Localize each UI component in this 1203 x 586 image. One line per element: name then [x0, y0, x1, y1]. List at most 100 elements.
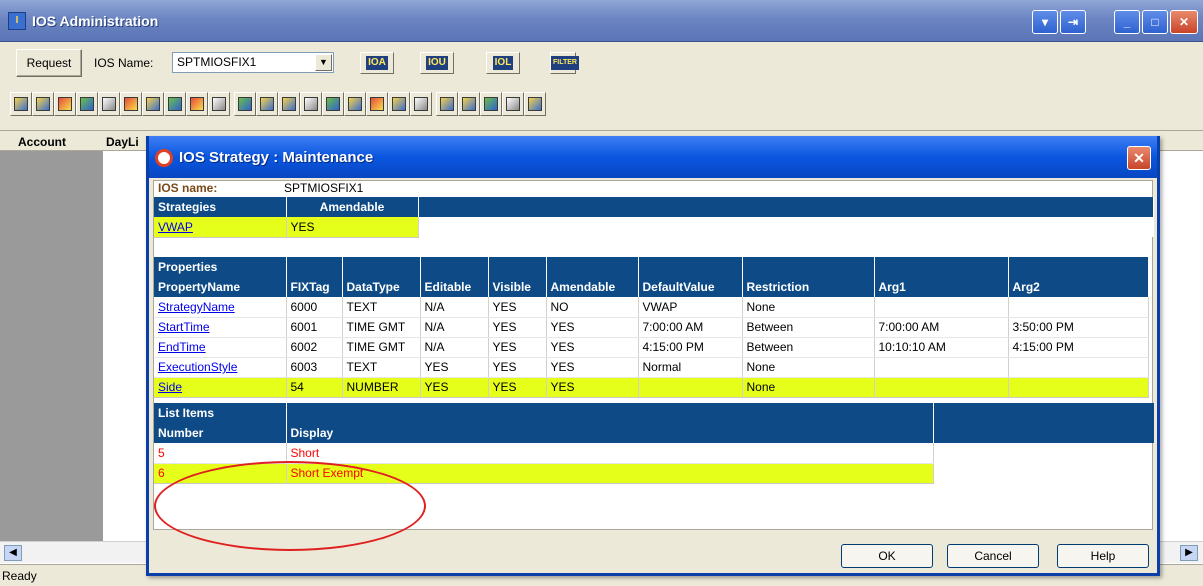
toolbar-icon-20[interactable]: [436, 92, 458, 116]
col-amendable[interactable]: Amendable: [546, 277, 639, 297]
col-fixtag[interactable]: FIXTag: [286, 277, 343, 297]
help-button[interactable]: Help: [1057, 544, 1149, 568]
toolbar-icon-10[interactable]: [208, 92, 230, 116]
table-row[interactable]: ExecutionStyle 6003 TEXT YES YES YES Nor…: [154, 357, 1149, 378]
toolbar-icon-23[interactable]: [502, 92, 524, 116]
toolbar-icon-24[interactable]: [524, 92, 546, 116]
table-cell: 54: [286, 377, 343, 398]
table-cell: 6001: [286, 317, 343, 338]
col-defaultvalue[interactable]: DefaultValue: [638, 277, 743, 297]
table-row[interactable]: StartTime 6001 TIME GMT N/A YES YES 7:00…: [154, 317, 1149, 338]
icon-toolbar: [10, 92, 670, 118]
table-cell: YES: [546, 377, 639, 398]
toolbar-icon-12[interactable]: [256, 92, 278, 116]
table-cell: 7:00:00 AM: [638, 317, 743, 338]
property-name-link[interactable]: EndTime: [154, 337, 287, 358]
table-cell: Normal: [638, 357, 743, 378]
scroll-left-icon[interactable]: ◀: [4, 545, 22, 561]
chevron-down-icon[interactable]: ▼: [315, 54, 332, 71]
table-cell: 7:00:00 AM: [874, 317, 1009, 338]
maximize-button[interactable]: □: [1142, 10, 1168, 34]
toolbar-icon-9[interactable]: [186, 92, 208, 116]
toolbar-icon-14[interactable]: [300, 92, 322, 116]
column-account[interactable]: Account: [18, 135, 66, 149]
strategy-name-link[interactable]: VWAP: [154, 217, 287, 238]
toolbar-icon-17[interactable]: [366, 92, 388, 116]
ioa-button[interactable]: IOA: [360, 52, 394, 74]
property-name-link[interactable]: ExecutionStyle: [154, 357, 287, 378]
properties-table: Properties PropertyName FIXTag DataType …: [154, 257, 1149, 398]
col-display[interactable]: Display: [286, 423, 934, 443]
pin-icon[interactable]: ⇥: [1060, 10, 1086, 34]
table-cell: Between: [742, 317, 875, 338]
table-row[interactable]: VWAP YES: [154, 217, 1154, 238]
table-cell: YES: [488, 317, 547, 338]
ok-button[interactable]: OK: [841, 544, 933, 568]
request-bar: Request IOS Name: SPTMIOSFIX1 ▼ IOA IOU …: [0, 43, 1203, 83]
toolbar-icon-21[interactable]: [458, 92, 480, 116]
table-cell: [638, 377, 743, 398]
iol-button[interactable]: IOL: [486, 52, 520, 74]
table-cell: [1008, 357, 1149, 378]
col-arg2[interactable]: Arg2: [1008, 277, 1149, 297]
toolbar-icon-2[interactable]: [32, 92, 54, 116]
minimize-button[interactable]: _: [1114, 10, 1140, 34]
dialog-close-icon[interactable]: ✕: [1127, 146, 1151, 170]
toolbar-icon-18[interactable]: [388, 92, 410, 116]
iou-button[interactable]: IOU: [420, 52, 454, 74]
toolbar-icon-7[interactable]: [142, 92, 164, 116]
toolbar-icon-11[interactable]: [234, 92, 256, 116]
filter-button[interactable]: FILTER: [550, 52, 579, 74]
cancel-button[interactable]: Cancel: [947, 544, 1039, 568]
toolbar-icon-4[interactable]: [76, 92, 98, 116]
header-filler: [742, 257, 875, 277]
table-cell: None: [742, 377, 875, 398]
ios-name-select[interactable]: SPTMIOSFIX1 ▼: [172, 52, 334, 73]
table-row[interactable]: StrategyName 6000 TEXT N/A YES NO VWAP N…: [154, 297, 1149, 318]
list-items-caption: List Items: [154, 403, 287, 423]
toolbar-icon-19[interactable]: [410, 92, 432, 116]
toolbar-icon-15[interactable]: [322, 92, 344, 116]
property-name-link[interactable]: StartTime: [154, 317, 287, 338]
list-item-display: Short: [286, 443, 934, 464]
scroll-right-icon[interactable]: ▶: [1180, 545, 1198, 561]
toolbar-icon-3[interactable]: [54, 92, 76, 116]
table-cell: [1008, 377, 1149, 398]
col-visible[interactable]: Visible: [488, 277, 547, 297]
property-name-link[interactable]: Side: [154, 377, 287, 398]
col-number[interactable]: Number: [154, 423, 287, 443]
table-cell: YES: [546, 357, 639, 378]
toolbar-icon-6[interactable]: [120, 92, 142, 116]
column-dayli[interactable]: DayLi: [106, 135, 139, 149]
list-item[interactable]: 5 Short: [154, 443, 934, 464]
toolbar-icon-13[interactable]: [278, 92, 300, 116]
property-name-link[interactable]: StrategyName: [154, 297, 287, 318]
col-restriction[interactable]: Restriction: [742, 277, 875, 297]
col-editable[interactable]: Editable: [420, 277, 489, 297]
toolbar-icon-1[interactable]: [10, 92, 32, 116]
table-row[interactable]: EndTime 6002 TIME GMT N/A YES YES 4:15:0…: [154, 337, 1149, 358]
col-datatype[interactable]: DataType: [342, 277, 421, 297]
dialog-title: IOS Strategy : Maintenance: [179, 149, 374, 166]
table-cell: NO: [546, 297, 639, 318]
close-button[interactable]: ✕: [1170, 10, 1198, 34]
toolbar-icon-22[interactable]: [480, 92, 502, 116]
toolbar-icon-5[interactable]: [98, 92, 120, 116]
toolbar-icon-16[interactable]: [344, 92, 366, 116]
table-cell: 6000: [286, 297, 343, 318]
table-cell: YES: [488, 297, 547, 318]
table-cell: YES: [488, 357, 547, 378]
header-filler: [420, 257, 489, 277]
toolbar-icon-8[interactable]: [164, 92, 186, 116]
main-title-bar: I IOS Administration ▾ ⇥ _ □ ✕: [0, 0, 1203, 42]
col-propertyname[interactable]: PropertyName: [154, 277, 287, 297]
header-filler: [546, 257, 639, 277]
table-cell: YES: [488, 337, 547, 358]
menu-dropdown-icon[interactable]: ▾: [1032, 10, 1058, 34]
ios-name-label: IOS name:: [158, 181, 218, 195]
strategies-header-filler: [418, 197, 1154, 217]
table-cell: VWAP: [638, 297, 743, 318]
col-arg1[interactable]: Arg1: [874, 277, 1009, 297]
request-button[interactable]: Request: [16, 49, 82, 77]
table-row-selected[interactable]: Side 54 NUMBER YES YES YES None: [154, 377, 1149, 398]
